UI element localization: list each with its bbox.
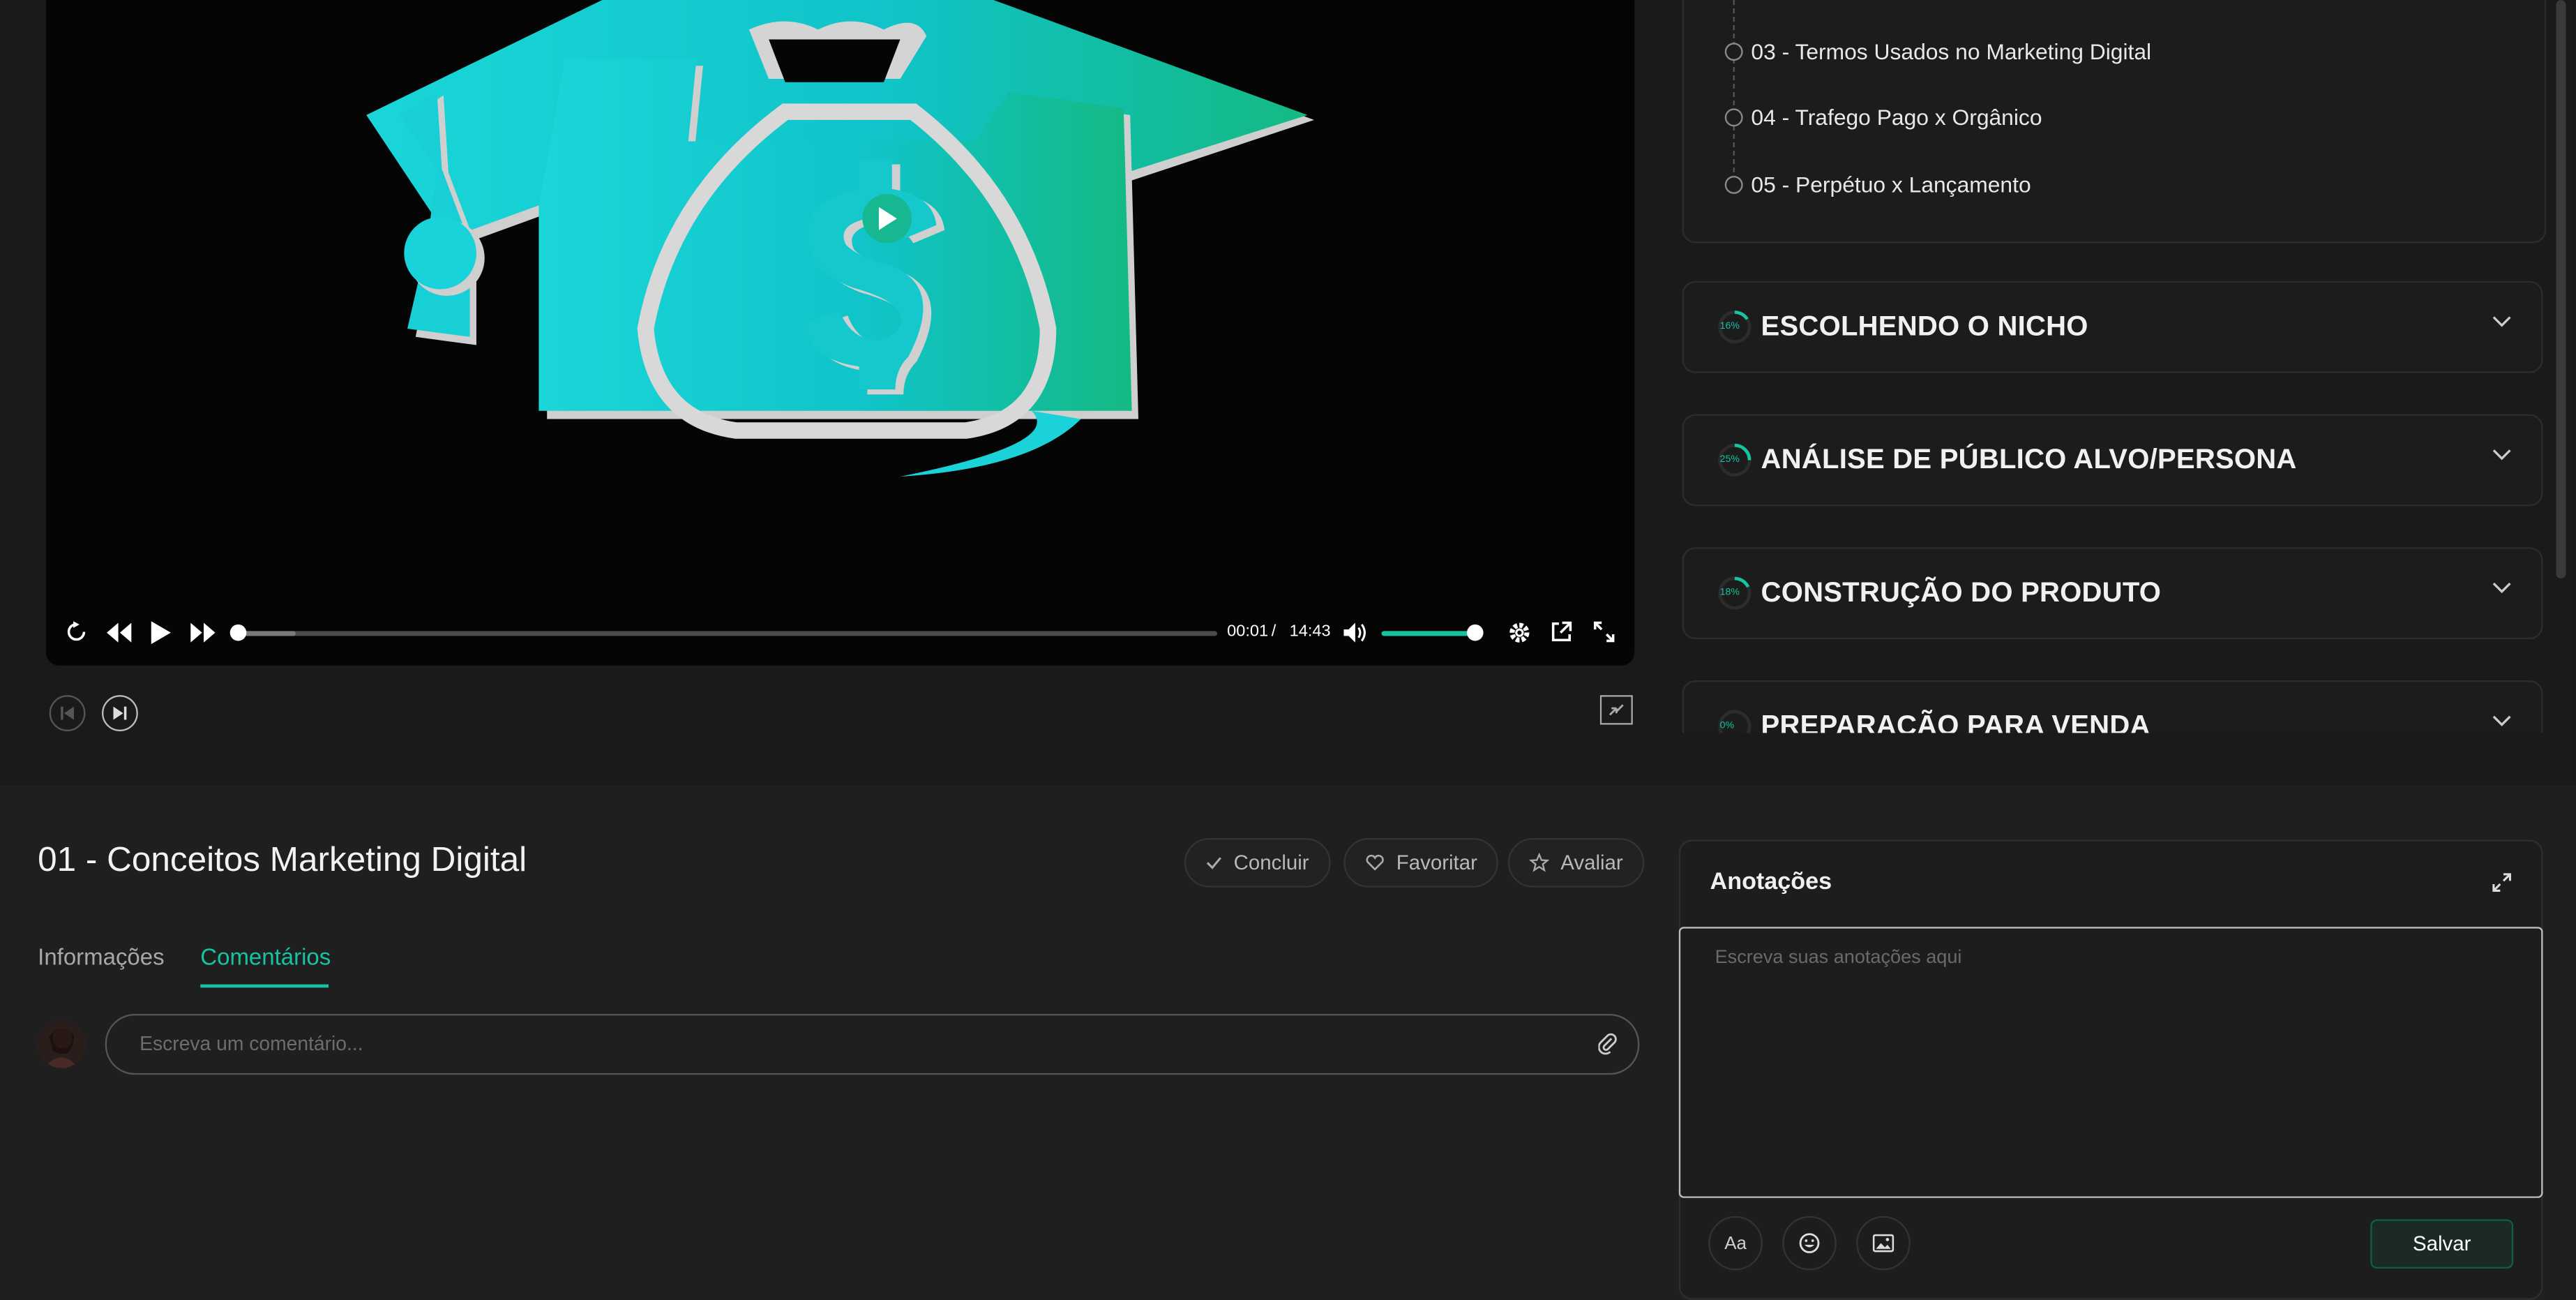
fast-forward-icon — [190, 622, 216, 643]
skip-previous-icon — [61, 706, 74, 720]
lesson-label: 03 - Termos Usados no Marketing Digital — [1751, 39, 2152, 64]
module-percent: 16% — [1719, 322, 1740, 332]
center-play-button[interactable] — [862, 193, 912, 244]
module-escolhendo-nicho[interactable]: 16% ESCOLHENDO O NICHO — [1682, 281, 2543, 373]
lesson-item-05[interactable]: 05 - Perpétuo x Lançamento — [1724, 172, 2031, 197]
sidebar-scrollbar[interactable] — [2556, 0, 2566, 578]
popout-button[interactable] — [1551, 621, 1572, 643]
lesson-status-dot — [1724, 108, 1743, 127]
time-separator: / — [1271, 622, 1276, 641]
video-player[interactable] — [45, 0, 1635, 666]
lesson-page: 00:01 / 14:43 03 - Termos Usados no Mark… — [0, 0, 2576, 1300]
minimize-icon — [1599, 695, 1633, 725]
play-icon — [878, 207, 897, 230]
emoji-button[interactable] — [1782, 1216, 1837, 1271]
progress-bar[interactable] — [236, 631, 1218, 636]
complete-button[interactable]: Concluir — [1184, 838, 1331, 888]
lesson-item-03[interactable]: 03 - Termos Usados no Marketing Digital — [1724, 39, 2152, 64]
favorite-label: Favoritar — [1396, 851, 1477, 874]
rate-label: Avaliar — [1560, 851, 1623, 874]
chevron-down-icon — [2492, 316, 2511, 327]
fast-forward-button[interactable] — [190, 622, 216, 643]
heart-icon — [1366, 854, 1384, 871]
user-photo — [38, 1020, 86, 1068]
replay-button[interactable] — [66, 621, 87, 643]
comment-input[interactable] — [136, 1030, 1556, 1057]
module-percent: 18% — [1719, 588, 1740, 599]
star-icon — [1529, 853, 1549, 872]
module-percent: 0% — [1719, 721, 1735, 731]
lesson-label: 04 - Trafego Pago x Orgânico — [1751, 105, 2042, 130]
module-title: ESCOLHENDO O NICHO — [1761, 311, 2088, 342]
lesson-title: 01 - Conceitos Marketing Digital — [38, 841, 527, 879]
favorite-button[interactable]: Favoritar — [1343, 838, 1499, 888]
lesson-status-dot — [1724, 43, 1743, 61]
tab-informacoes[interactable]: Informações — [38, 943, 164, 970]
active-tab-indicator — [200, 984, 329, 988]
volume-icon — [1343, 622, 1366, 643]
text-format-label: Aa — [1724, 1233, 1747, 1253]
module-title: PREPARAÇÃO PARA VENDA — [1761, 710, 2151, 733]
fullscreen-icon — [1593, 621, 1615, 643]
chevron-down-icon — [2492, 582, 2511, 594]
image-icon — [1872, 1234, 1895, 1253]
save-notes-button[interactable]: Salvar — [2370, 1219, 2514, 1269]
check-icon — [1206, 857, 1221, 869]
progress-handle[interactable] — [229, 624, 247, 641]
rewind-icon — [107, 622, 132, 643]
lesson-item-04[interactable]: 04 - Trafego Pago x Orgânico — [1724, 105, 2042, 130]
mute-button[interactable] — [1343, 622, 1366, 643]
external-link-icon — [1551, 621, 1572, 642]
tab-comentarios[interactable]: Comentários — [200, 943, 331, 970]
module-construcao-produto[interactable]: 18% CONSTRUÇÃO DO PRODUTO — [1682, 547, 2543, 640]
lesson-label: 05 - Perpétuo x Lançamento — [1751, 172, 2031, 197]
notes-editor[interactable] — [1678, 927, 2543, 1198]
volume-handle[interactable] — [1467, 624, 1484, 641]
fullscreen-button[interactable] — [1593, 621, 1615, 643]
volume-level — [1381, 631, 1475, 636]
course-logo-art — [366, 0, 1315, 477]
rate-button[interactable]: Avaliar — [1507, 838, 1645, 888]
lesson-timeline — [1733, 0, 1737, 181]
course-sidebar: 03 - Termos Usados no Marketing Digital … — [1675, 0, 2553, 733]
avatar — [38, 1020, 86, 1068]
image-button[interactable] — [1856, 1216, 1911, 1271]
replay-icon — [67, 621, 86, 641]
next-lesson-button[interactable] — [102, 695, 138, 731]
play-button[interactable] — [151, 621, 171, 645]
emoji-icon — [1799, 1233, 1820, 1253]
previous-lesson-button[interactable] — [49, 695, 86, 731]
current-time: 00:01 — [1227, 622, 1269, 641]
module-title: ANÁLISE DE PÚBLICO ALVO/PERSONA — [1761, 443, 2297, 475]
gear-icon — [1509, 622, 1530, 643]
module-title: CONSTRUÇÃO DO PRODUTO — [1761, 576, 2162, 608]
complete-label: Concluir — [1233, 851, 1309, 874]
expand-icon[interactable] — [2490, 871, 2513, 894]
lesson-status-dot — [1724, 175, 1743, 194]
rewind-button[interactable] — [107, 622, 132, 643]
play-icon — [151, 621, 171, 645]
module-percent: 25% — [1719, 455, 1740, 465]
duration: 14:43 — [1289, 622, 1331, 641]
notes-textarea[interactable] — [1711, 945, 2507, 1182]
paperclip-icon[interactable] — [1598, 1032, 1618, 1055]
module-analise-publico[interactable]: 25% ANÁLISE DE PÚBLICO ALVO/PERSONA — [1682, 414, 2543, 507]
settings-button[interactable] — [1508, 621, 1531, 644]
text-format-button[interactable]: Aa — [1708, 1216, 1763, 1271]
comment-field[interactable] — [105, 1014, 1640, 1075]
module-preparacao-venda[interactable]: 0% PREPARAÇÃO PARA VENDA — [1682, 680, 2543, 733]
chevron-down-icon — [2492, 449, 2511, 461]
skip-next-icon — [113, 706, 127, 720]
notes-title: Anotações — [1710, 869, 1832, 896]
chevron-down-icon — [2492, 715, 2511, 726]
theater-mode-button[interactable] — [1599, 695, 1633, 733]
